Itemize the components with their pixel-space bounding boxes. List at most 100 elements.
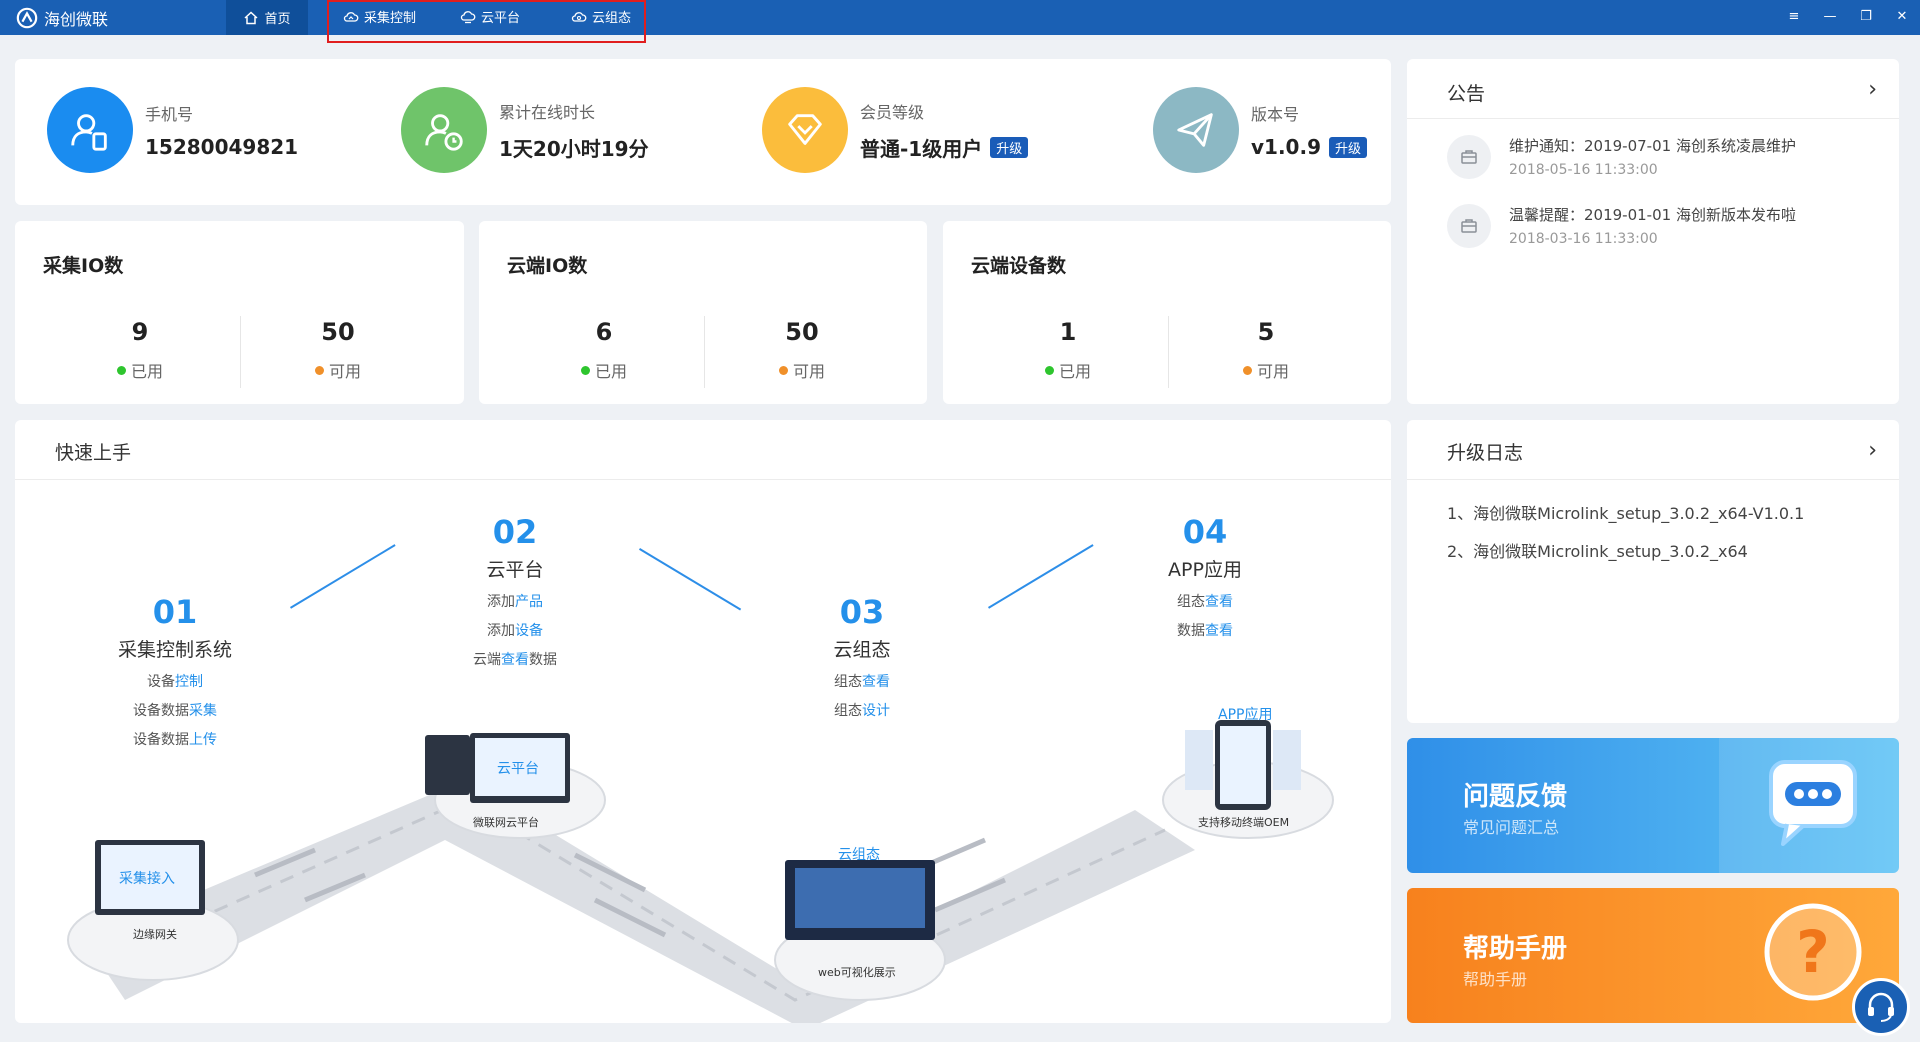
user-phone-icon <box>71 114 107 151</box>
diamond-icon <box>788 114 822 145</box>
step-text: 数据 <box>529 652 557 668</box>
nav-home[interactable]: 首页 <box>226 0 308 35</box>
step-text: 云端 <box>473 652 501 668</box>
step-01: 01 采集控制系统 设备控制 设备数据采集 设备数据上传 <box>65 593 285 749</box>
io-used-label: 已用 <box>594 362 627 381</box>
menu-button[interactable]: ≡ <box>1786 8 1802 24</box>
feedback-subtitle: 常见问题汇总 <box>1463 818 1560 837</box>
io-used-count: 1 <box>1059 318 1077 346</box>
chevron-right-icon[interactable]: › <box>1868 438 1877 463</box>
notice-item[interactable]: 维护通知：2019-07-01 海创系统凌晨维护 2018-05-16 11:3… <box>1447 135 1796 179</box>
maximize-button[interactable]: ❐ <box>1858 8 1874 24</box>
step-text: 添加 <box>487 623 515 639</box>
stat-online-time: 累计在线时长 1天20小时19分 <box>401 87 649 173</box>
feedback-banner[interactable]: 问题反馈 常见问题汇总 <box>1407 738 1899 873</box>
user-stats-card: 手机号 15280049821 累计在线时长 1天20小时19分 会员等级 普通… <box>15 59 1391 205</box>
stat-label: 会员等级 <box>860 102 925 122</box>
stat-value: 15280049821 <box>145 135 299 159</box>
platform-label: web可视化展示 <box>818 966 896 979</box>
io-used: 9 已用 <box>40 318 240 382</box>
stat-icon-circle <box>1153 87 1239 173</box>
stat-version: 版本号 v1.0.9 升级 <box>1153 87 1367 173</box>
stat-icon-circle <box>762 87 848 173</box>
step-text: 设备 <box>147 674 175 690</box>
io-available-count: 50 <box>785 318 819 346</box>
customer-service-button[interactable] <box>1852 978 1910 1036</box>
cloud-config-icon <box>571 11 587 22</box>
io-available-label: 可用 <box>1256 362 1289 381</box>
step-link-config-design[interactable]: 设计 <box>862 703 890 719</box>
notice-item-time: 2018-03-16 11:33:00 <box>1509 231 1658 247</box>
version-upgrade-button[interactable]: 升级 <box>1328 136 1367 158</box>
io-used-count: 9 <box>131 318 149 346</box>
nav-item-cloud-config[interactable]: 云组态 <box>571 7 631 26</box>
step-link-app-config-view[interactable]: 查看 <box>1205 594 1233 610</box>
step-number: 01 <box>152 593 198 631</box>
platform-label: 微联网云平台 <box>473 816 539 829</box>
step-link-add-device[interactable]: 设备 <box>515 623 543 639</box>
cloud-collect-icon <box>343 11 359 22</box>
briefcase-icon <box>1461 219 1477 233</box>
stat-value: v1.0.9 <box>1251 135 1321 159</box>
nav-module-group: 采集控制 云平台 云组态 <box>327 0 646 43</box>
member-upgrade-button[interactable]: 升级 <box>990 136 1029 158</box>
title-bar: 海创微联 首页 采集控制 云平台 云组态 ≡ — ❐ ✕ <box>0 0 1920 43</box>
notice-item-title: 维护通知：2019-07-01 海创系统凌晨维护 <box>1509 137 1796 155</box>
step-title: APP应用 <box>1168 559 1242 581</box>
screen-label: 云平台 <box>497 761 539 777</box>
help-title: 帮助手册 <box>1463 934 1568 964</box>
step-text: 数据 <box>1177 623 1205 639</box>
minimize-button[interactable]: — <box>1822 8 1838 24</box>
io-card-collect: 采集IO数 9 已用 50 可用 <box>15 221 464 404</box>
help-banner[interactable]: 帮助手册 帮助手册 ? <box>1407 888 1899 1023</box>
stat-icon-circle <box>401 87 487 173</box>
step-link-data-collect[interactable]: 采集 <box>189 703 217 719</box>
step-text: 组态 <box>834 674 862 690</box>
step-link-device-control[interactable]: 控制 <box>175 674 203 690</box>
close-button[interactable]: ✕ <box>1894 8 1910 24</box>
step-text: 组态 <box>834 703 862 719</box>
step-02: 02 云平台 添加产品 添加设备 云端查看数据 <box>405 513 625 669</box>
upgrade-log-item[interactable]: 1、海创微联Microlink_setup_3.0.2_x64-V1.0.1 <box>1447 500 1804 524</box>
quick-start-card: 快速上手 采集接入 云平台 云组态 APP应用 边缘网关 微联网云平台 web可… <box>15 420 1391 1023</box>
stat-phone: 手机号 15280049821 <box>47 87 298 173</box>
step-link-data-upload[interactable]: 上传 <box>189 732 217 748</box>
nav-item-label: 云组态 <box>592 11 632 26</box>
nav-home-label: 首页 <box>264 12 291 27</box>
feedback-title: 问题反馈 <box>1463 782 1568 812</box>
chevron-right-icon[interactable]: › <box>1868 77 1877 102</box>
notice-card: 公告 › 维护通知：2019-07-01 海创系统凌晨维护 2018-05-16… <box>1407 59 1899 404</box>
chat-bubble-icon <box>1769 760 1857 846</box>
cloud-platform-icon <box>460 10 476 23</box>
notice-item-title: 温馨提醒：2019-01-01 海创新版本发布啦 <box>1509 206 1796 224</box>
nav-item-label: 云平台 <box>481 11 521 26</box>
stat-value: 普通-1级用户 <box>860 136 983 161</box>
step-link-app-data-view[interactable]: 查看 <box>1205 623 1233 639</box>
io-used: 6 已用 <box>504 318 704 382</box>
step-number: 04 <box>1182 513 1228 551</box>
step-text: 设备数据 <box>133 732 189 748</box>
nav-item-collect-control[interactable]: 采集控制 <box>343 7 416 26</box>
io-available-count: 50 <box>321 318 355 346</box>
step-number: 02 <box>492 513 538 551</box>
used-status-dot <box>580 365 590 375</box>
app-logo: 海创微联 <box>16 6 108 30</box>
step-link-add-product[interactable]: 产品 <box>515 594 543 610</box>
upgrade-log-header: 升级日志 › <box>1407 420 1899 480</box>
notice-title: 公告 <box>1447 83 1486 105</box>
notice-header: 公告 › <box>1407 59 1899 119</box>
stat-label: 累计在线时长 <box>499 102 596 122</box>
io-used-count: 6 <box>595 318 613 346</box>
step-link-view-data[interactable]: 查看 <box>501 652 529 668</box>
nav-item-label: 采集控制 <box>364 11 417 26</box>
io-card-title: 云端IO数 <box>507 255 588 277</box>
io-card-devices: 云端设备数 1 已用 5 可用 <box>943 221 1391 404</box>
notice-item[interactable]: 温馨提醒：2019-01-01 海创新版本发布啦 2018-03-16 11:3… <box>1447 204 1796 248</box>
io-card-title: 采集IO数 <box>43 255 124 277</box>
step-link-config-view[interactable]: 查看 <box>862 674 890 690</box>
used-status-dot <box>116 365 126 375</box>
step-text: 添加 <box>487 594 515 610</box>
upgrade-log-item[interactable]: 2、海创微联Microlink_setup_3.0.2_x64 <box>1447 538 1748 562</box>
step-title: 云组态 <box>833 639 891 661</box>
nav-item-cloud-platform[interactable]: 云平台 <box>460 7 520 26</box>
